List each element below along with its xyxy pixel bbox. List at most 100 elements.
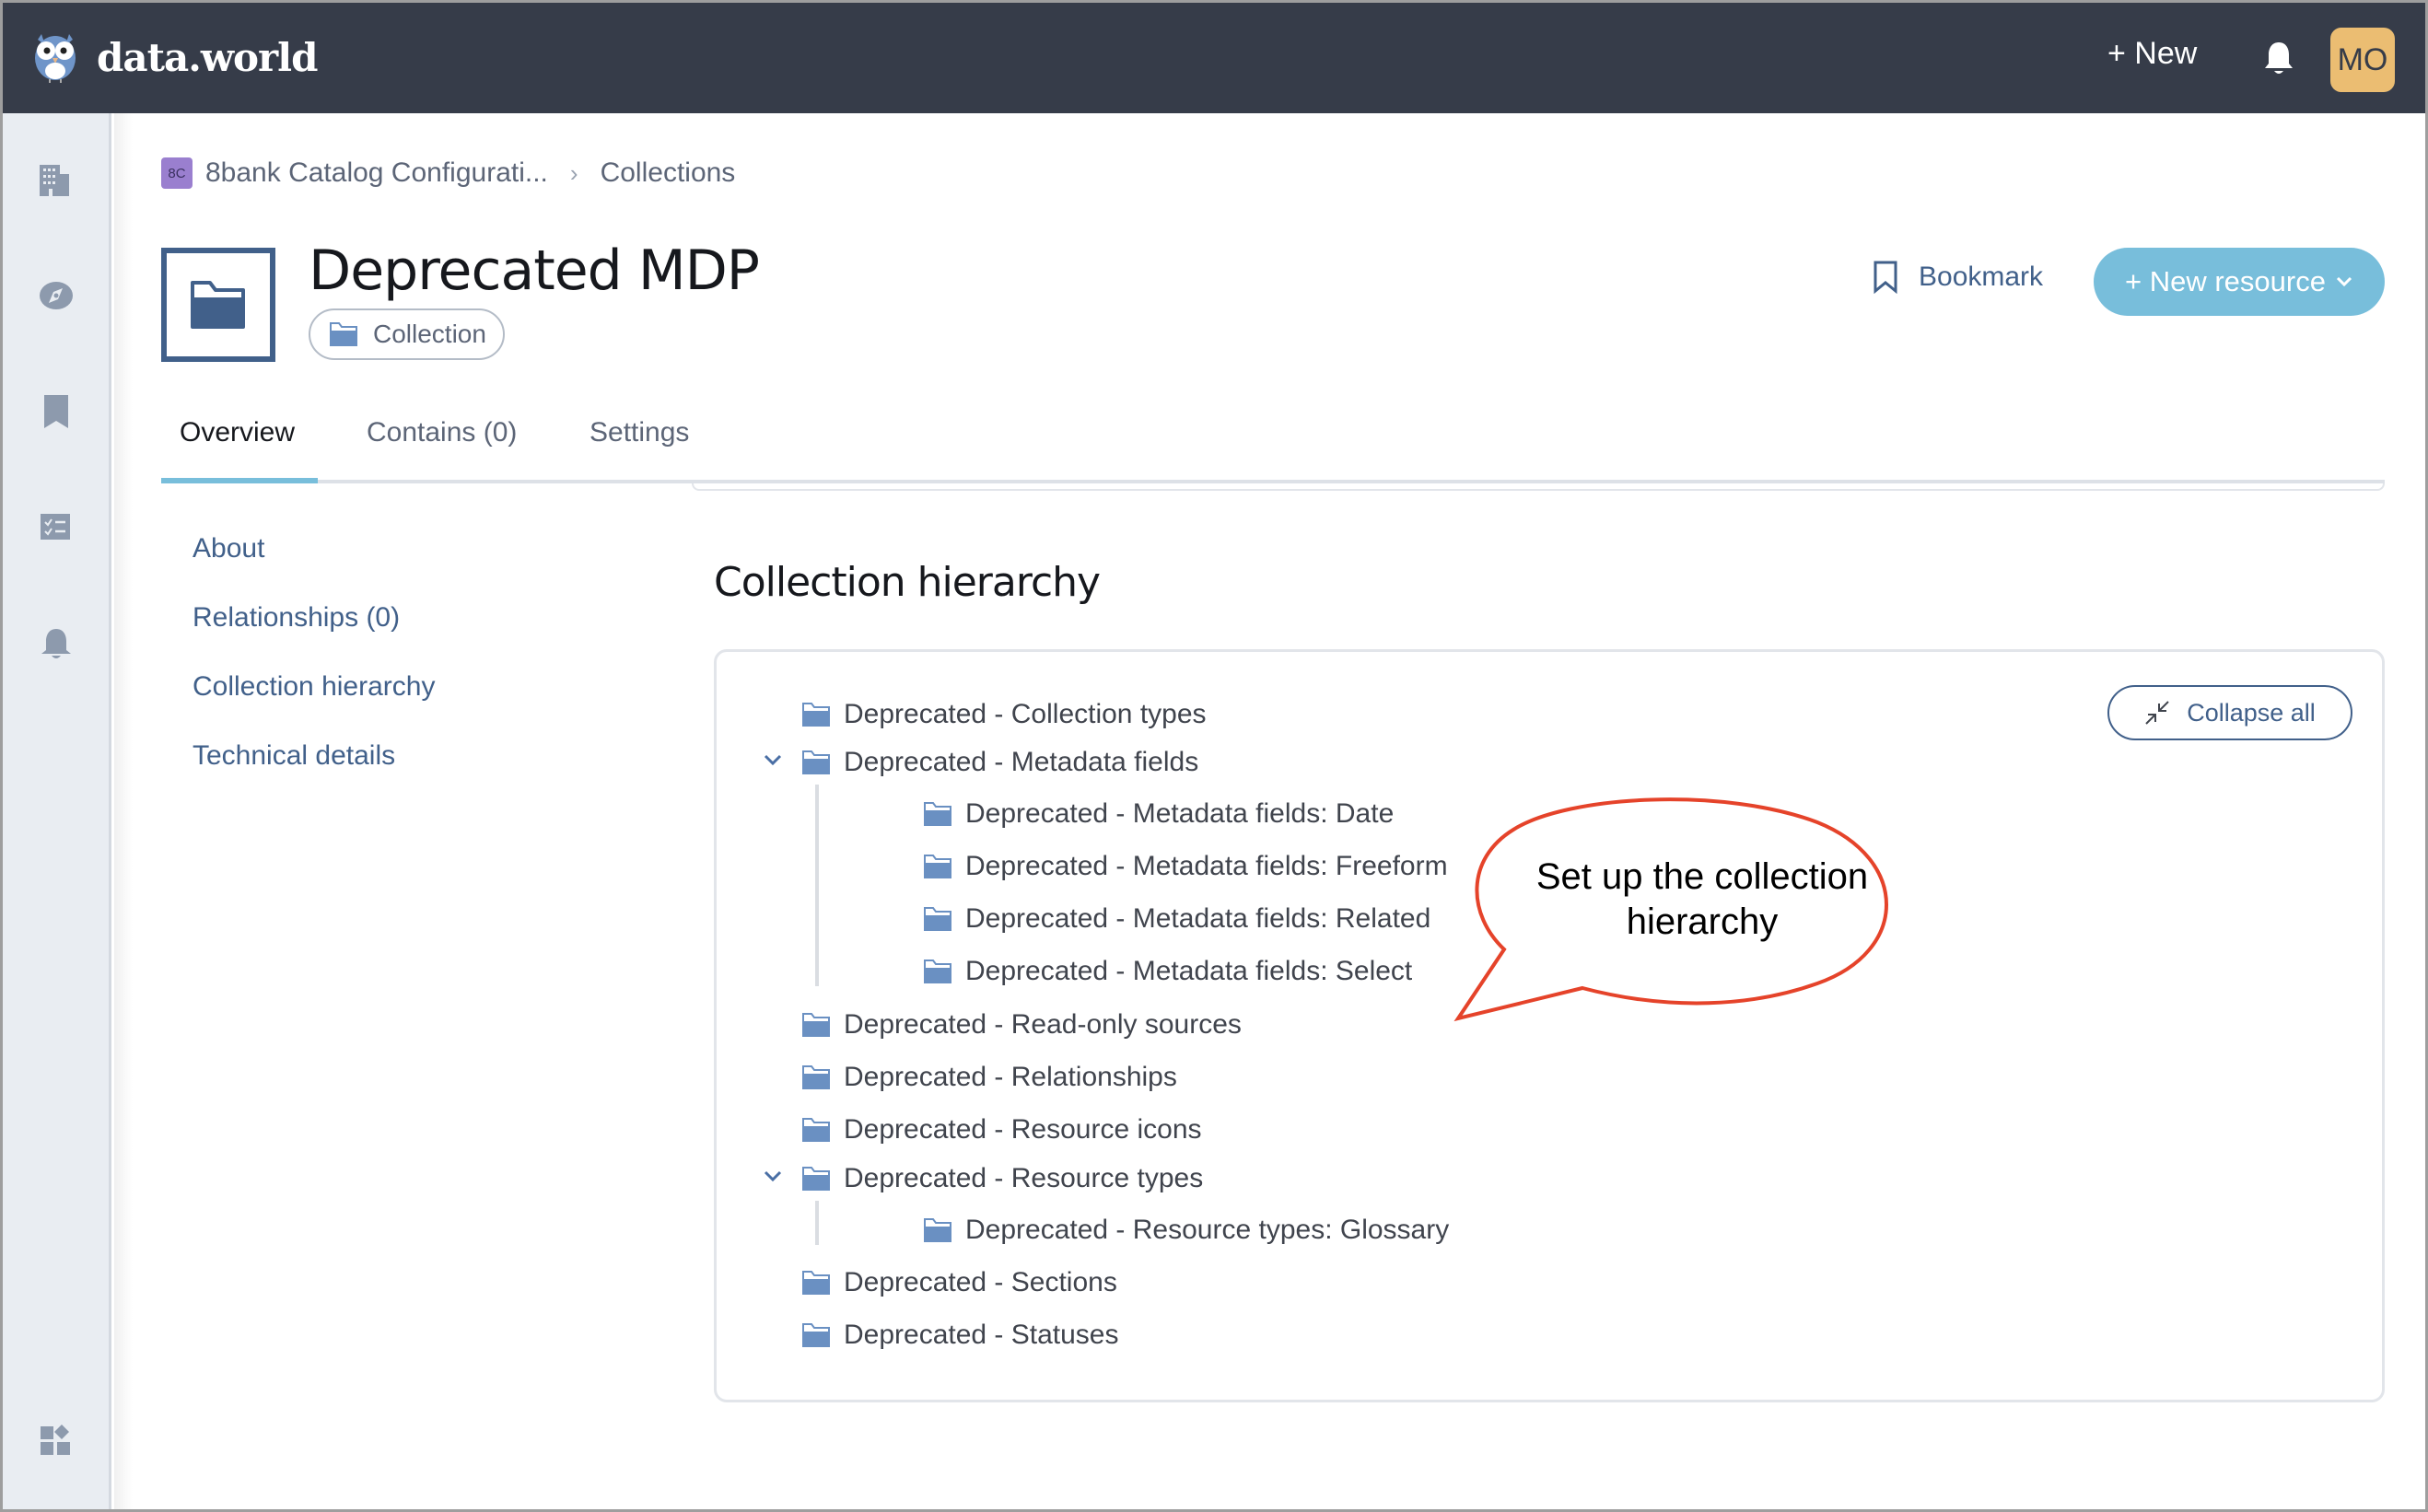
rail-item-notifications[interactable] [38,625,75,662]
compass-icon [40,282,73,309]
tree-node[interactable]: Deprecated - Resource types [757,1158,1203,1199]
chevron-down-icon[interactable] [763,1169,783,1182]
active-tab-indicator [161,478,318,483]
tree-node-label: Deprecated - Metadata fields [844,747,1199,777]
expand-toggle [879,857,910,876]
expand-toggle [879,1221,910,1239]
collapse-all-label: Collapse all [2187,698,2316,727]
tree-guide-line [815,785,819,986]
org-badge: 8C [161,157,193,189]
breadcrumb-collections-link[interactable]: Collections [601,157,736,189]
resource-type-badge[interactable]: Collection [309,308,505,360]
folder-icon [924,802,951,826]
folder-icon [802,1013,830,1037]
breadcrumb: 8C 8bank Catalog Configurati... › Collec… [161,157,735,189]
user-avatar[interactable]: MO [2330,28,2395,92]
bookmark-label: Bookmark [1919,262,2044,292]
expand-toggle [879,962,910,981]
tree-node-label: Deprecated - Metadata fields: Select [965,956,1413,986]
tree-node-label: Deprecated - Read-only sources [844,1009,1242,1040]
tree-node[interactable]: Deprecated - Read-only sources [757,1005,1242,1045]
tree-node-label: Deprecated - Statuses [844,1320,1119,1350]
expand-toggle [757,1016,788,1034]
folder-icon [330,322,357,346]
tab-bar: Overview Contains (0) Settings [161,408,2385,483]
tree-child-node[interactable]: Deprecated - Metadata fields: Date [879,794,1394,834]
brand-name: data.world [97,34,318,80]
rail-item-organizations[interactable] [38,161,75,198]
section-nav: About Relationships (0) Collection hiera… [193,533,435,809]
tree-child-node[interactable]: Deprecated - Resource types: Glossary [879,1210,1449,1250]
tree-node[interactable]: Deprecated - Sections [757,1262,1117,1303]
section-title: Collection hierarchy [714,559,1101,606]
folder-icon [191,281,245,329]
tree-node[interactable]: Deprecated - Resource icons [757,1110,1202,1150]
collapse-all-button[interactable]: Collapse all [2107,685,2352,740]
resource-type-label: Collection [373,320,486,348]
section-link-technical-details[interactable]: Technical details [193,740,435,809]
tree-node[interactable]: Deprecated - Statuses [757,1315,1119,1355]
bookmark-icon [44,395,68,428]
rail-item-tasks[interactable] [38,509,75,546]
hierarchy-tree-card: Collapse all Deprecated - Collection typ… [714,649,2385,1402]
chevron-down-icon[interactable] [763,753,783,766]
checklist-icon [41,514,70,540]
bookmark-button[interactable]: Bookmark [1873,261,2043,294]
rail-shadow [114,113,133,1509]
new-resource-label: + New resource [2125,265,2326,297]
tab-contains[interactable]: Contains (0) [367,417,517,448]
folder-icon [924,907,951,931]
tree-node-label: Deprecated - Metadata fields: Related [965,903,1431,934]
breadcrumb-org-link[interactable]: 8bank Catalog Configurati... [205,157,548,189]
chevron-down-icon [2336,276,2352,287]
bookmark-outline-icon [1874,261,1897,294]
expand-toggle [757,1121,788,1139]
tree-node[interactable]: Deprecated - Relationships [757,1057,1177,1098]
folder-icon [802,1118,830,1142]
top-nav-bar: data.world + New MO [3,3,2425,113]
new-button[interactable]: + New [2107,36,2197,72]
folder-icon [802,750,830,774]
rail-item-apps[interactable] [38,1421,75,1458]
expand-toggle [879,805,910,823]
expand-toggle[interactable] [757,753,788,772]
section-link-collection-hierarchy[interactable]: Collection hierarchy [193,671,435,740]
folder-icon [802,1271,830,1295]
folder-icon [802,1323,830,1347]
tree-node-label: Deprecated - Resource types: Glossary [965,1215,1450,1245]
new-resource-button[interactable]: + New resource [2094,248,2385,316]
app-window: data.world + New MO 8C 8bank Catalog Con… [3,3,2425,1509]
tree-node[interactable]: Deprecated - Metadata fields [757,742,1198,783]
sticky-header-edge [692,483,2385,491]
folder-icon [802,1167,830,1191]
expand-toggle [879,910,910,928]
tree-node-label: Deprecated - Metadata fields: Date [965,798,1395,829]
tree-node-label: Deprecated - Metadata fields: Freeform [965,851,1448,881]
tree-child-node[interactable]: Deprecated - Metadata fields: Related [879,899,1430,939]
annotation-callout-text: Set up the collection hierarchy [1535,856,1869,942]
folder-icon [802,703,830,727]
section-link-about[interactable]: About [193,533,435,602]
notifications-button[interactable] [2262,40,2295,76]
owl-logo-icon [35,34,76,83]
expand-toggle [757,1068,788,1087]
resource-icon [161,248,275,362]
bell-icon [2265,42,2293,74]
tab-settings[interactable]: Settings [589,417,689,448]
tree-child-node[interactable]: Deprecated - Metadata fields: Freeform [879,846,1448,887]
expand-toggle[interactable] [757,1169,788,1188]
bell-icon [41,629,71,658]
apps-icon [41,1425,70,1455]
brand-logo[interactable]: data.world [32,30,318,84]
expand-toggle [757,705,788,724]
section-link-relationships[interactable]: Relationships (0) [193,602,435,671]
rail-item-bookmarks[interactable] [38,393,75,430]
folder-icon [924,855,951,878]
rail-item-explore[interactable] [38,277,75,314]
tab-overview[interactable]: Overview [180,417,295,448]
building-icon [40,165,69,196]
tree-node[interactable]: Deprecated - Collection types [757,694,1207,735]
tree-child-node[interactable]: Deprecated - Metadata fields: Select [879,951,1412,992]
tree-node-label: Deprecated - Resource types [844,1163,1204,1193]
page-title: Deprecated MDP [309,238,760,303]
